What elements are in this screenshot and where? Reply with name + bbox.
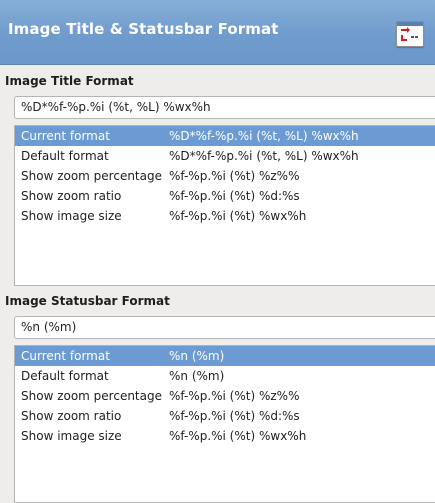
preset-format: %n (%m) xyxy=(169,369,225,383)
preset-format: %f-%p.%i (%t) %d:%s xyxy=(169,189,300,203)
preset-name: Show zoom ratio xyxy=(21,189,122,203)
statusbar-format-input[interactable]: %n (%m) xyxy=(14,316,435,339)
preset-row[interactable]: Show image size %f-%p.%i (%t) %wx%h xyxy=(15,426,435,446)
title-format-preset-list[interactable]: Current format %D*%f-%p.%i (%t, %L) %wx%h… xyxy=(14,125,435,286)
title-format-heading: Image Title Format xyxy=(5,74,134,88)
preset-format: %f-%p.%i (%t) %z%% xyxy=(169,389,300,403)
preset-row[interactable]: Default format %n (%m) xyxy=(15,366,435,386)
preset-row[interactable]: Show image size %f-%p.%i (%t) %wx%h xyxy=(15,206,435,226)
preset-name: Show zoom ratio xyxy=(21,409,122,423)
preset-name: Show zoom percentage xyxy=(21,389,162,403)
preset-row[interactable]: Show zoom ratio %f-%p.%i (%t) %d:%s xyxy=(15,186,435,206)
preset-format: %f-%p.%i (%t) %wx%h xyxy=(169,209,307,223)
preset-name: Default format xyxy=(21,369,109,383)
preset-name: Current format xyxy=(21,349,110,363)
statusbar-format-preset-list[interactable]: Current format %n (%m) Default format %n (%… xyxy=(14,345,435,503)
preset-name: Show image size xyxy=(21,429,122,443)
preset-row[interactable]: Current format %D*%f-%p.%i (%t, %L) %wx%h xyxy=(15,126,435,146)
preset-format: %D*%f-%p.%i (%t, %L) %wx%h xyxy=(169,149,359,163)
preset-name: Show zoom percentage xyxy=(21,169,162,183)
preset-name: Show image size xyxy=(21,209,122,223)
preset-name: Default format xyxy=(21,149,109,163)
preset-name: Current format xyxy=(21,129,110,143)
preset-row[interactable]: Show zoom percentage %f-%p.%i (%t) %z%% xyxy=(15,166,435,186)
preset-row[interactable]: Current format %n (%m) xyxy=(15,346,435,366)
preset-row[interactable]: Show zoom ratio %f-%p.%i (%t) %d:%s xyxy=(15,406,435,426)
preset-format: %f-%p.%i (%t) %wx%h xyxy=(169,429,307,443)
preset-format: %n (%m) xyxy=(169,349,225,363)
statusbar-format-heading: Image Statusbar Format xyxy=(5,294,170,308)
preset-format: %f-%p.%i (%t) %z%% xyxy=(169,169,300,183)
preset-format: %D*%f-%p.%i (%t, %L) %wx%h xyxy=(169,129,359,143)
image-title-format-icon xyxy=(396,21,424,47)
title-format-input[interactable]: %D*%f-%p.%i (%t, %L) %wx%h xyxy=(14,96,435,119)
page-title: Image Title & Statusbar Format xyxy=(8,20,279,38)
page-header: Image Title & Statusbar Format xyxy=(0,0,435,65)
preset-row[interactable]: Default format %D*%f-%p.%i (%t, %L) %wx%h xyxy=(15,146,435,166)
preset-row[interactable]: Show zoom percentage %f-%p.%i (%t) %z%% xyxy=(15,386,435,406)
preset-format: %f-%p.%i (%t) %d:%s xyxy=(169,409,300,423)
